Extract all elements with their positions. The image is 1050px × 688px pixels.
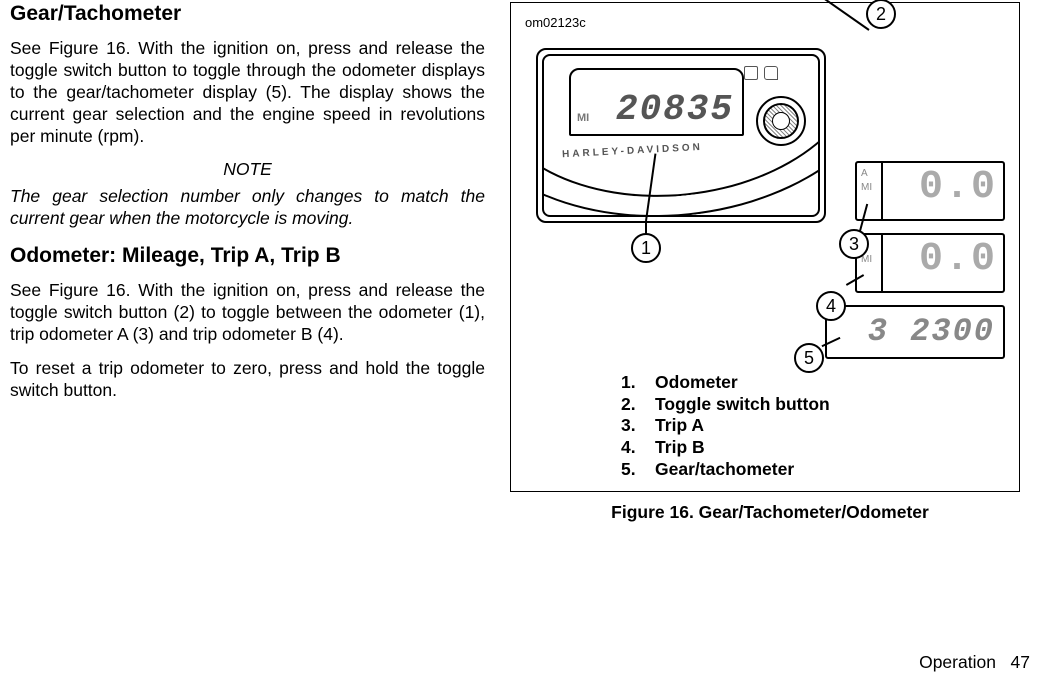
trip-b-value: 0.0 [919,237,997,282]
para-odometer-1: See Figure 16. With the ignition on, pre… [10,280,485,346]
instrument-cluster: MI 20835 HARLEY-DAVIDSON [536,48,826,223]
page-footer: Operation 47 [919,652,1030,673]
callout-2: 2 [866,0,896,29]
toggle-switch-button[interactable] [756,96,806,146]
engine-icon [764,66,778,80]
note-text: The gear selection number only changes t… [10,186,485,230]
legend-item-4: 4. Trip B [621,437,830,459]
legend-item-1: 1. Odometer [621,372,830,394]
callout-3: 3 [839,229,869,259]
cluster-inner: MI 20835 HARLEY-DAVIDSON [542,54,820,217]
legend-item-5: 5. Gear/tachometer [621,459,830,481]
footer-section: Operation [919,652,996,672]
odometer-display: MI 20835 [569,68,744,136]
figure-16-box: om02123c MI 20835 HARLEY-DAVIDSON [510,2,1020,492]
figure-legend: 1. Odometer 2. Toggle switch button 3. T… [621,372,830,481]
legend-item-3: 3. Trip A [621,415,830,437]
fuel-icon [744,66,758,80]
trip-a-unit: MI [861,181,881,195]
gear-tach-value: 3 2300 [868,313,995,350]
note-label: NOTE [10,159,485,180]
callout-4: 4 [816,291,846,321]
para-odometer-2: To reset a trip odometer to zero, press … [10,358,485,402]
odometer-unit: MI [577,112,589,124]
trip-b-display: B MI 0.0 [855,233,1005,293]
footer-page-number: 47 [1011,652,1030,672]
figure-ref-code: om02123c [525,15,586,30]
heading-gear-tach: Gear/Tachometer [10,2,485,26]
odometer-value: 20835 [616,89,734,130]
para-gear-tach: See Figure 16. With the ignition on, pre… [10,38,485,147]
trip-a-display: A MI 0.0 [855,161,1005,221]
figure-caption: Figure 16. Gear/Tachometer/Odometer [510,502,1030,523]
callout-5: 5 [794,343,824,373]
trip-a-value: 0.0 [919,165,997,210]
gear-tach-display: 3 2300 [825,305,1005,359]
trip-a-letter: A [861,167,881,181]
legend-item-2: 2. Toggle switch button [621,394,830,416]
callout-1: 1 [631,233,661,263]
heading-odometer: Odometer: Mileage, Trip A, Trip B [10,244,485,268]
